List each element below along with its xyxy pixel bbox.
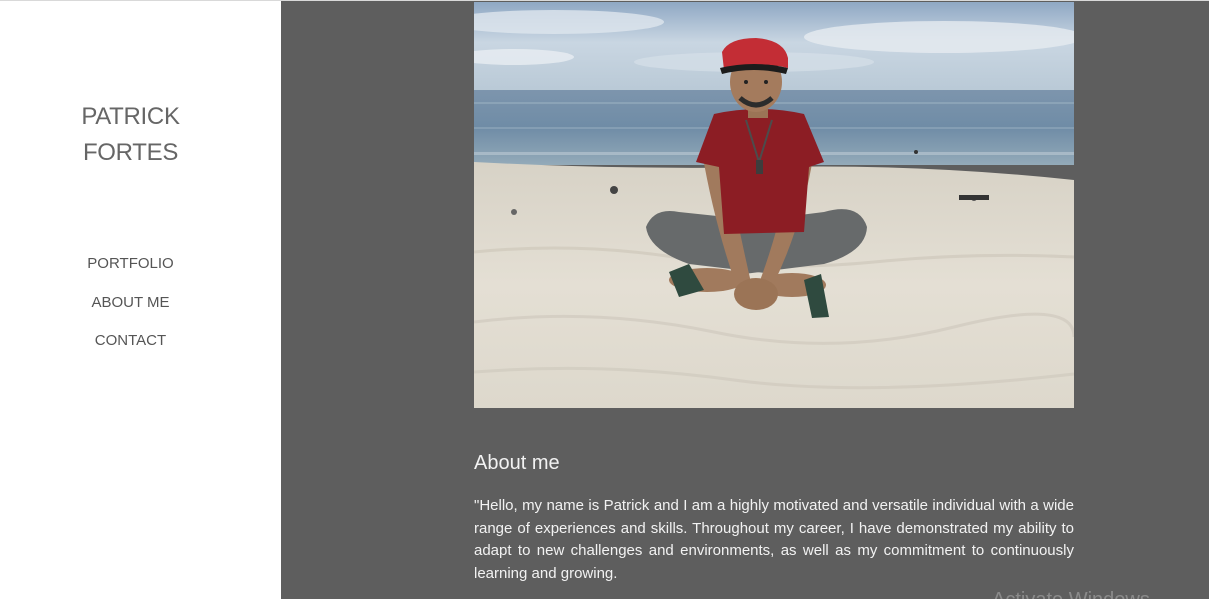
site-title-last-name: FORTES bbox=[82, 139, 179, 166]
about-paragraph: "Hello, my name is Patrick and I am a hi… bbox=[474, 497, 1074, 583]
site-title-first-name: PATRICK bbox=[81, 103, 180, 130]
sidebar: PATRICK FORTES PORTFOLIO ABOUT ME CONTAC… bbox=[0, 1, 281, 599]
about-heading: About me bbox=[474, 452, 560, 474]
sidebar-nav: PORTFOLIO ABOUT ME CONTACT bbox=[0, 253, 261, 369]
site-title[interactable]: PATRICK FORTES bbox=[0, 99, 261, 171]
nav-link-about-me[interactable]: ABOUT ME bbox=[0, 292, 261, 331]
profile-photo bbox=[474, 2, 1074, 408]
main-content: About me "Hello, my name is Patrick and … bbox=[281, 1, 1209, 599]
nav-link-portfolio[interactable]: PORTFOLIO bbox=[0, 253, 261, 292]
nav-link-contact[interactable]: CONTACT bbox=[0, 330, 261, 369]
activation-watermark: Activate Windows bbox=[992, 589, 1150, 599]
